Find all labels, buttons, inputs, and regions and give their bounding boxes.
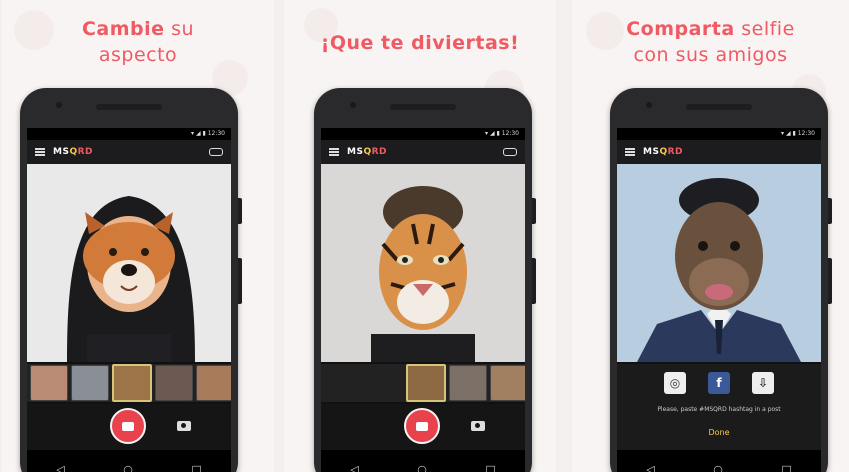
android-nav-bar: ◁ ○ □ [617, 450, 821, 472]
share-panel: ◎ f ⇩ Please, paste #MSQRD hashtag in a … [617, 364, 821, 450]
app-logo: MSQRD [53, 147, 94, 157]
phone-screen: ▾ ◢ ▮ 12:30 MSQRD [321, 128, 525, 472]
screenshot-panel-2: ¡Que te diviertas! ▾ ◢ ▮ 12:30 MSQRD ◁ ○… [284, 0, 556, 472]
video-icon [122, 421, 134, 431]
record-button[interactable] [110, 408, 146, 444]
status-bar: ▾ ◢ ▮ 12:30 [321, 128, 525, 140]
switch-camera-icon[interactable] [209, 148, 223, 156]
panel-caption: Cambie su aspecto [2, 16, 274, 68]
recent-apps-icon[interactable]: □ [191, 463, 201, 472]
filter-thumbnail[interactable] [30, 365, 68, 401]
back-icon[interactable]: ◁ [56, 463, 64, 472]
app-bar: MSQRD [321, 140, 525, 164]
panel-caption: Comparta selfie con sus amigos [572, 16, 849, 68]
caption-rest: su [164, 18, 195, 40]
speaker-grille [686, 104, 752, 110]
video-icon [416, 421, 428, 431]
app-bar: MSQRD [617, 140, 821, 164]
front-camera [56, 102, 62, 108]
filter-thumbnail-selected[interactable] [406, 364, 446, 402]
recent-apps-icon[interactable]: □ [485, 463, 495, 472]
back-icon[interactable]: ◁ [350, 463, 358, 472]
home-icon[interactable]: ○ [713, 463, 723, 472]
power-button [828, 258, 832, 304]
camera-preview [27, 164, 231, 362]
hamburger-menu-icon[interactable] [329, 148, 339, 156]
facebook-icon[interactable]: f [708, 372, 730, 394]
filter-thumbnail[interactable] [449, 365, 487, 401]
volume-button [238, 198, 242, 224]
phone-frame: ▾ ◢ ▮ 12:30 MSQRD [314, 88, 536, 472]
volume-button [532, 198, 536, 224]
home-icon[interactable]: ○ [417, 463, 427, 472]
caption-bold: ¡Que te diviertas! [320, 32, 520, 54]
hamburger-menu-icon[interactable] [35, 148, 45, 156]
status-bar: ▾ ◢ ▮ 12:30 [617, 128, 821, 140]
power-button [532, 258, 536, 304]
home-icon[interactable]: ○ [123, 463, 133, 472]
save-download-icon[interactable]: ⇩ [752, 372, 774, 394]
android-nav-bar: ◁ ○ □ [27, 450, 231, 472]
android-nav-bar: ◁ ○ □ [321, 450, 525, 472]
speaker-grille [390, 104, 456, 110]
speaker-grille [96, 104, 162, 110]
screenshot-panel-3: Comparta selfie con sus amigos ▾ ◢ ▮ 12:… [572, 0, 849, 472]
caption-bold: Cambie [81, 18, 165, 40]
app-logo: MSQRD [347, 147, 388, 157]
back-icon[interactable]: ◁ [646, 463, 654, 472]
filter-thumbnail[interactable] [155, 365, 193, 401]
screenshot-panel-1: Cambie su aspecto ▾ ◢ ▮ 12:30 MSQRD ◁ ○ … [2, 0, 274, 472]
hashtag-hint-text: Please, paste #MSQRD hashtag in a post [657, 406, 781, 413]
instagram-icon[interactable]: ◎ [664, 372, 686, 394]
record-button[interactable] [404, 408, 440, 444]
status-bar: ▾ ◢ ▮ 12:30 [27, 128, 231, 140]
app-logo: MSQRD [643, 147, 684, 157]
filter-carousel[interactable] [321, 364, 525, 402]
recent-apps-icon[interactable]: □ [781, 463, 791, 472]
front-camera [646, 102, 652, 108]
power-button [238, 258, 242, 304]
hamburger-menu-icon[interactable] [625, 148, 635, 156]
front-camera [350, 102, 356, 108]
filter-thumbnail-selected[interactable] [112, 364, 152, 402]
photo-camera-icon[interactable] [471, 421, 485, 431]
share-icons: ◎ f ⇩ [617, 372, 821, 394]
volume-button [828, 198, 832, 224]
phone-screen: ▾ ◢ ▮ 12:30 MSQRD [617, 128, 821, 472]
photo-result [617, 164, 821, 362]
caption-line2: con sus amigos [633, 44, 788, 66]
phone-screen: ▾ ◢ ▮ 12:30 MSQRD [27, 128, 231, 472]
capture-controls [27, 404, 231, 450]
switch-camera-icon[interactable] [503, 148, 517, 156]
filter-thumbnail[interactable] [196, 365, 231, 401]
caption-line2: aspecto [98, 44, 178, 66]
filter-thumbnail[interactable] [490, 365, 525, 401]
panel-caption: ¡Que te diviertas! [284, 30, 556, 56]
caption-bold: Comparta [626, 18, 735, 40]
filter-thumbnail[interactable] [71, 365, 109, 401]
phone-frame: ▾ ◢ ▮ 12:30 MSQRD [610, 88, 832, 472]
filter-carousel[interactable] [27, 364, 231, 402]
photo-camera-icon[interactable] [177, 421, 191, 431]
capture-controls [321, 404, 525, 450]
caption-rest: selfie [734, 18, 795, 40]
phone-frame: ▾ ◢ ▮ 12:30 MSQRD [20, 88, 242, 472]
done-button[interactable]: Done [617, 428, 821, 437]
camera-preview [321, 164, 525, 362]
app-bar: MSQRD [27, 140, 231, 164]
